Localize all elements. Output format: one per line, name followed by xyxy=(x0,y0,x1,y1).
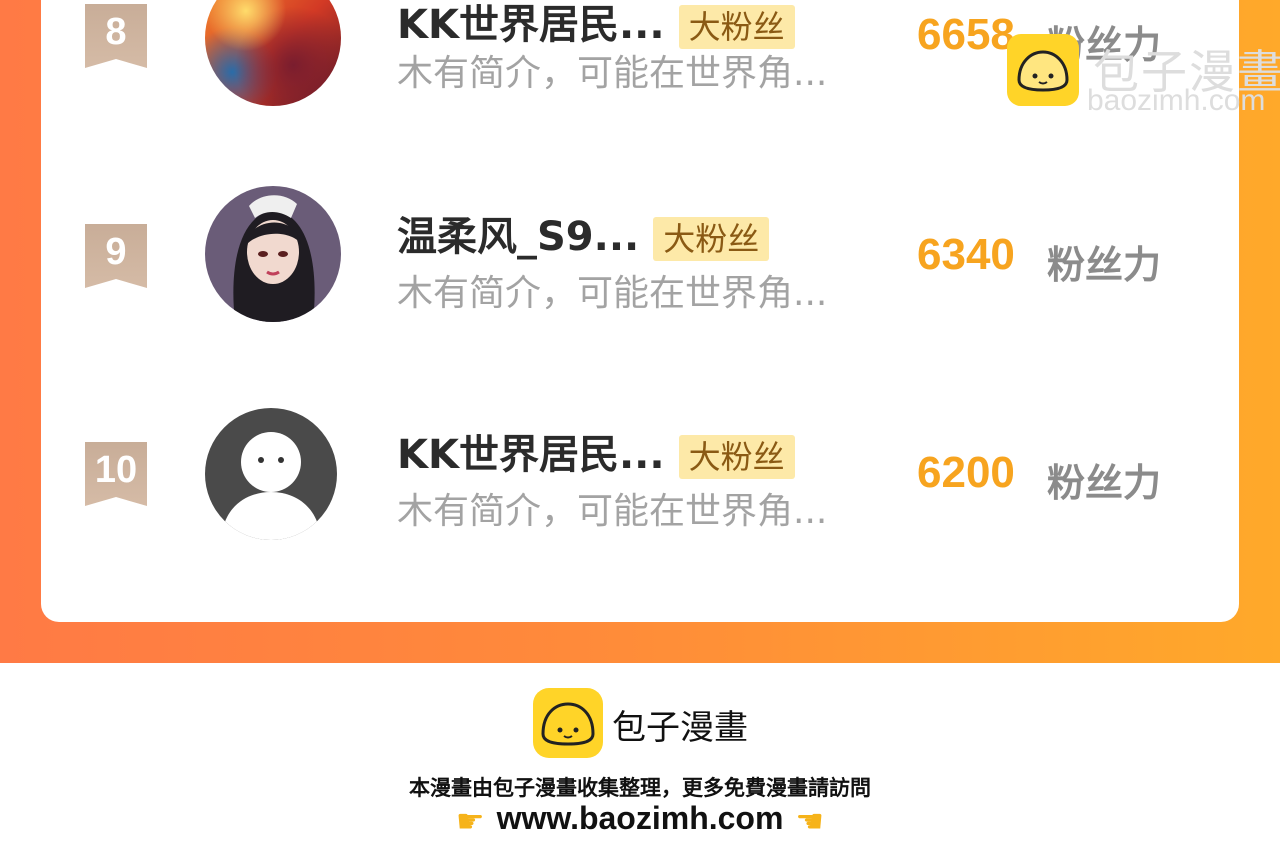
user-bio: 木有简介，可能在世界角... xyxy=(397,491,828,532)
avatar[interactable] xyxy=(205,408,337,540)
rank-badge: 9 xyxy=(85,224,147,288)
fan-score: 6340 xyxy=(917,230,1015,279)
fan-score: 6658 xyxy=(917,10,1015,59)
user-bio: 木有简介，可能在世界角... xyxy=(397,273,828,314)
user-bio: 木有简介，可能在世界角... xyxy=(397,53,828,94)
username-text[interactable]: KK世界居民... xyxy=(397,2,665,48)
fan-ranking-card: 8 KK世界居民... 大粉丝 木有简介，可能在世界角... 6658 粉丝力 9… xyxy=(41,0,1280,622)
fan-level-badge: 大粉丝 xyxy=(653,217,770,261)
bun-logo-icon xyxy=(533,688,603,758)
fan-score: 6200 xyxy=(917,448,1015,497)
footer-url-line[interactable]: ☛ www.baozimh.com ☚ xyxy=(0,800,1280,840)
footer-brand: 包子漫畫 xyxy=(612,708,748,748)
rank-badge: 8 xyxy=(85,4,147,68)
fan-level-badge: 大粉丝 xyxy=(678,5,795,49)
username[interactable]: KK世界居民... 大粉丝 xyxy=(397,0,795,50)
bun-logo-icon xyxy=(1007,34,1079,106)
footer-notice: 本漫畫由包子漫畫收集整理，更多免費漫畫請訪問 xyxy=(409,776,871,800)
dark-hair-girl-icon xyxy=(233,195,315,322)
username-text[interactable]: KK世界居民... xyxy=(397,432,665,478)
default-ghost-icon xyxy=(223,432,319,540)
pointing-right-hand-icon: ☛ xyxy=(455,801,485,840)
footer-url[interactable]: www.baozimh.com xyxy=(497,800,784,836)
username-text[interactable]: 温柔风_S9... xyxy=(397,214,639,260)
fan-score-label: 粉丝力 xyxy=(1047,461,1162,505)
fan-score-label: 粉丝力 xyxy=(1047,243,1162,287)
avatar[interactable] xyxy=(205,186,341,322)
ranking-row[interactable]: 9 温柔风_S9... 大粉丝 木有简介，可能在世界角... 6340 粉丝力 xyxy=(41,186,1239,326)
username[interactable]: 温柔风_S9... 大粉丝 xyxy=(397,204,770,262)
pointing-left-hand-icon: ☚ xyxy=(795,801,825,840)
watermark-domain: baozimh.com xyxy=(1087,84,1266,117)
ranking-row[interactable]: 10 KK世界居民... 大粉丝 木有简介，可能在世界角... 6200 粉丝力 xyxy=(41,404,1239,544)
username[interactable]: KK世界居民... 大粉丝 xyxy=(397,422,795,480)
rank-badge: 10 xyxy=(85,442,147,506)
fan-level-badge: 大粉丝 xyxy=(678,435,795,479)
avatar[interactable] xyxy=(205,0,341,106)
